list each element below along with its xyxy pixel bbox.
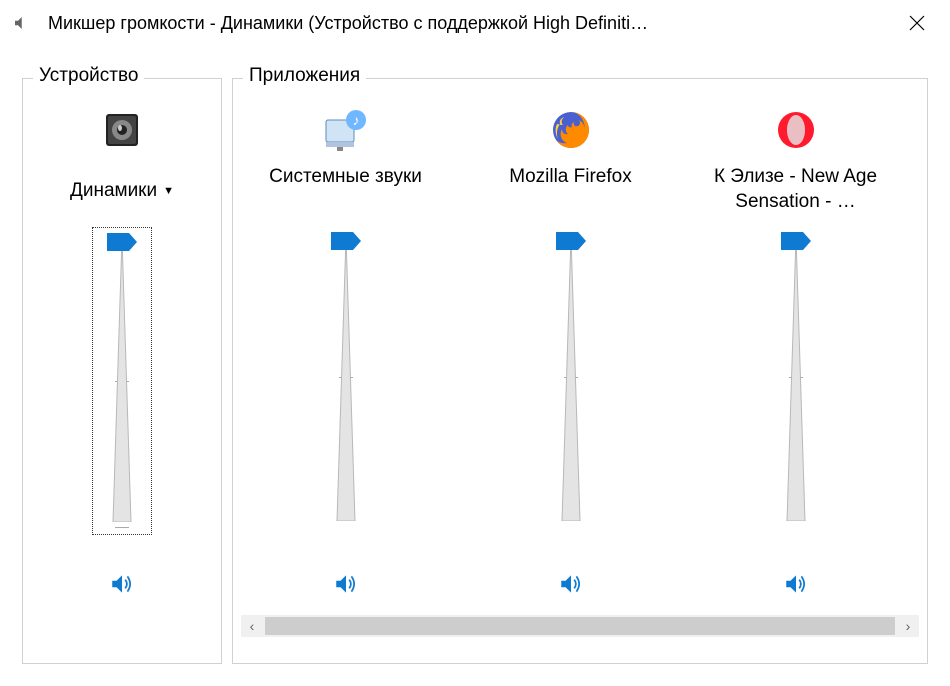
titlebar: Микшер громкости - Динамики (Устройство … [0, 0, 950, 46]
scroll-left-button[interactable]: ‹ [241, 615, 263, 637]
slider-thumb[interactable] [107, 233, 137, 251]
volume-mixer-window: Микшер громкости - Динамики (Устройство … [0, 0, 950, 686]
app-mute-button[interactable] [554, 567, 588, 601]
svg-text:♪: ♪ [352, 112, 359, 128]
firefox-icon[interactable] [547, 97, 595, 163]
system-sounds-icon[interactable]: ♪ [320, 97, 372, 163]
app-label[interactable]: К Элизе - New Age Sensation - … [683, 163, 908, 219]
slider-thumb[interactable] [781, 232, 811, 250]
app-volume-slider[interactable] [320, 227, 372, 527]
device-column: Динамики ▼ [23, 97, 221, 609]
app-column-system-sounds: ♪ Системные звуки [233, 97, 458, 609]
app-column-opera: К Элизе - New Age Sensation - … [683, 97, 908, 609]
app-column-firefox: Mozilla Firefox [458, 97, 683, 609]
app-volume-slider[interactable] [770, 227, 822, 527]
app-volume-slider[interactable] [545, 227, 597, 527]
window-title: Микшер громкости - Динамики (Устройство … [48, 13, 894, 34]
app-label[interactable]: Системные звуки [261, 163, 430, 219]
app-mute-button[interactable] [329, 567, 363, 601]
content-area: Устройство Динамики ▼ [0, 46, 950, 686]
horizontal-scrollbar[interactable]: ‹ › [241, 615, 919, 637]
device-slider-area [92, 219, 152, 559]
app-mute-button[interactable] [779, 567, 813, 601]
apps-group-label: Приложения [243, 65, 366, 87]
scroll-right-button[interactable]: › [897, 615, 919, 637]
device-group-label: Устройство [33, 65, 144, 87]
slider-thumb[interactable] [556, 232, 586, 250]
device-icon[interactable] [98, 97, 146, 163]
device-volume-slider[interactable] [92, 227, 152, 535]
speaker-icon [10, 12, 32, 34]
apps-columns: ♪ Системные звуки [233, 97, 927, 609]
app-label[interactable]: Mozilla Firefox [501, 163, 639, 219]
device-name: Динамики [70, 180, 157, 202]
apps-group: Приложения ♪ Системные звуки [232, 78, 928, 664]
device-group: Устройство Динамики ▼ [22, 78, 222, 664]
slider-thumb[interactable] [331, 232, 361, 250]
opera-icon[interactable] [772, 97, 820, 163]
close-button[interactable] [894, 0, 940, 46]
device-mute-button[interactable] [105, 567, 139, 601]
chevron-down-icon: ▼ [163, 185, 174, 197]
scroll-thumb[interactable] [265, 617, 895, 635]
device-dropdown[interactable]: Динамики ▼ [70, 163, 174, 219]
